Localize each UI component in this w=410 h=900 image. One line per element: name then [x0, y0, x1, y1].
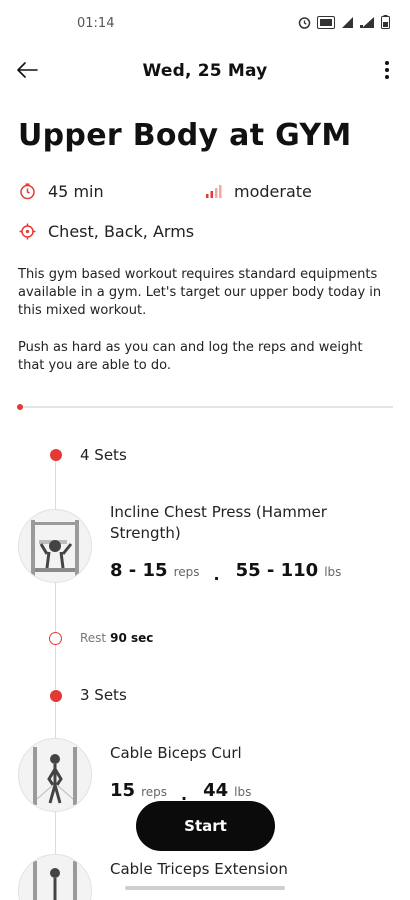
intensity-text: moderate: [234, 182, 312, 201]
set-marker: [50, 690, 62, 702]
more-vertical-icon: [385, 61, 389, 65]
sets-label: 4 Sets: [80, 446, 127, 464]
set-marker: [50, 449, 62, 461]
reps-value: 15: [110, 780, 136, 801]
intensity-bars-icon: [204, 183, 222, 201]
reps-unit: reps: [141, 785, 167, 799]
rest-marker: [49, 632, 62, 645]
exercise-thumbnail[interactable]: [18, 854, 92, 900]
weight-value: 44: [203, 780, 229, 801]
description-paragraph: Push as hard as you can and log the reps…: [18, 340, 363, 373]
reps-value: 8 - 15: [110, 560, 168, 581]
weight-value: 55 - 110: [235, 560, 319, 581]
sets-label: 3 Sets: [80, 686, 127, 704]
cable-triceps-illustration: [33, 861, 77, 900]
status-icons: [298, 15, 390, 33]
muscles-text: Chest, Back, Arms: [48, 222, 195, 241]
weight-unit: lbs: [234, 785, 252, 799]
weight-unit: lbs: [324, 565, 342, 579]
wifi-signal-icon: [360, 16, 375, 33]
rest-label: Rest: [80, 631, 107, 645]
exercise-stats: 15 reps . 44 lbs: [110, 780, 252, 804]
rest-info: Rest 90 sec: [80, 631, 153, 645]
status-bar: 01:14: [0, 0, 410, 48]
intensity-row: moderate: [204, 182, 312, 201]
battery-icon: [381, 15, 390, 33]
workout-title: Upper Body at GYM: [18, 118, 352, 153]
more-options-button[interactable]: [378, 56, 396, 84]
workout-progress-bar: [17, 404, 393, 410]
description-paragraph: This gym based workout requires standard…: [18, 267, 382, 318]
app-header: Wed, 25 May: [0, 48, 410, 94]
rest-duration: 90 sec: [110, 631, 154, 645]
exercise-name[interactable]: Cable Biceps Curl: [110, 743, 380, 764]
progress-indicator: [17, 404, 23, 410]
duration-text: 45 min: [48, 182, 104, 201]
timer-icon: [18, 183, 36, 201]
volte-icon: [317, 15, 335, 33]
muscles-row: Chest, Back, Arms: [18, 222, 194, 241]
separator-dot: .: [213, 565, 220, 584]
target-icon: [18, 223, 36, 241]
machine-press-illustration: [31, 520, 79, 576]
exercise-stats: 8 - 15 reps . 55 - 110 lbs: [110, 560, 342, 584]
exercise-name[interactable]: Incline Chest Press (Hammer Strength): [110, 502, 380, 544]
home-indicator[interactable]: [125, 886, 285, 890]
cable-curl-illustration: [33, 747, 77, 805]
reps-unit: reps: [173, 565, 200, 579]
exercise-thumbnail[interactable]: [18, 509, 92, 583]
exercise-name[interactable]: Cable Triceps Extension: [110, 859, 380, 880]
exercise-thumbnail[interactable]: [18, 738, 92, 812]
signal-icon: [341, 16, 354, 33]
start-button[interactable]: Start: [136, 801, 275, 851]
status-time: 01:14: [77, 16, 115, 31]
duration-row: 45 min: [18, 182, 104, 201]
alarm-icon: [298, 16, 311, 33]
page-date: Wed, 25 May: [142, 61, 268, 81]
